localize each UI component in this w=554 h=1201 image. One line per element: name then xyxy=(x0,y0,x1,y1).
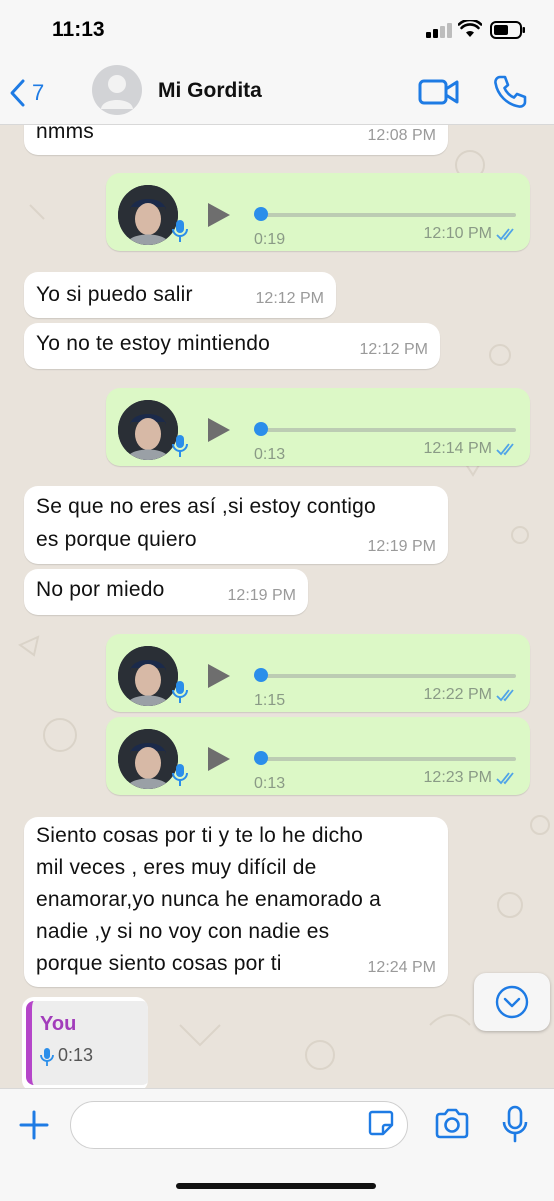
mic-icon xyxy=(172,764,188,786)
message-text-line: Siento cosas por ti y te lo he dicho xyxy=(36,824,364,847)
message-text-line: Se que no eres así ,si estoy contigo xyxy=(36,495,376,518)
incoming-message[interactable]: No por miedo 12:19 PM xyxy=(24,569,308,615)
phone-call-icon[interactable] xyxy=(492,74,528,110)
outgoing-voice-message[interactable]: 1:15 12:22 PM xyxy=(106,634,530,712)
sender-avatar xyxy=(118,729,178,789)
avatar-photo xyxy=(118,646,178,706)
status-time: 11:13 xyxy=(52,18,105,41)
quoted-duration: 0:13 xyxy=(58,1045,94,1065)
mic-icon xyxy=(40,1048,54,1066)
sender-avatar xyxy=(118,185,178,245)
message-text-line: mil veces , eres muy difícil de xyxy=(36,856,317,879)
voice-progress-knob[interactable] xyxy=(254,668,268,682)
avatar-photo xyxy=(118,185,178,245)
avatar-photo xyxy=(118,729,178,789)
read-ticks-icon xyxy=(496,443,514,456)
incoming-message[interactable]: Yo no te estoy mintiendo 12:12 PM xyxy=(24,323,440,369)
battery-icon xyxy=(490,21,525,39)
chevron-left-icon xyxy=(10,79,25,107)
sender-avatar xyxy=(118,400,178,460)
outgoing-voice-message[interactable]: 0:13 12:14 PM xyxy=(106,388,530,466)
voice-duration: 0:19 xyxy=(254,231,286,248)
chat-messages[interactable]: nmms 12:08 PM 0:19 12:10 PM Yo si puedo … xyxy=(0,125,554,1088)
message-text-line: nadie ,y si no voy con nadie es xyxy=(36,920,330,943)
read-ticks-icon xyxy=(496,689,514,702)
back-button[interactable]: 7 xyxy=(8,74,44,112)
message-time: 12:19 PM xyxy=(367,538,436,555)
incoming-message[interactable]: nmms 12:08 PM xyxy=(24,125,448,155)
incoming-message[interactable]: Siento cosas por ti y te lo he dicho mil… xyxy=(24,817,448,987)
message-text-line: porque siento cosas por ti xyxy=(36,952,282,975)
message-time: 12:12 PM xyxy=(255,290,324,307)
composer-bar xyxy=(0,1088,554,1201)
play-icon[interactable] xyxy=(206,201,232,229)
message-time: 12:23 PM xyxy=(423,769,492,786)
message-text: No por miedo xyxy=(36,578,165,601)
mic-icon xyxy=(172,435,188,457)
voice-duration: 0:13 xyxy=(254,775,286,792)
voice-progress-track[interactable] xyxy=(254,674,516,678)
play-icon[interactable] xyxy=(206,662,232,690)
mic-icon xyxy=(172,220,188,242)
quoted-reply-message[interactable]: You 0:13 xyxy=(22,997,148,1088)
message-time: 12:14 PM xyxy=(423,440,492,457)
play-icon[interactable] xyxy=(206,416,232,444)
person-icon xyxy=(101,75,133,109)
voice-progress-track[interactable] xyxy=(254,213,516,217)
plus-icon[interactable] xyxy=(18,1109,50,1141)
play-icon[interactable] xyxy=(206,745,232,773)
message-time: 12:10 PM xyxy=(423,225,492,242)
camera-icon[interactable] xyxy=(434,1107,470,1141)
voice-progress-knob[interactable] xyxy=(254,751,268,765)
status-bar: 11:13 xyxy=(0,0,554,60)
voice-progress-knob[interactable] xyxy=(254,422,268,436)
voice-record-icon[interactable] xyxy=(502,1105,528,1143)
scroll-to-bottom-button[interactable] xyxy=(474,973,550,1031)
voice-progress-track[interactable] xyxy=(254,757,516,761)
unread-count: 7 xyxy=(32,80,45,105)
incoming-message[interactable]: Se que no eres así ,si estoy contigo es … xyxy=(24,486,448,564)
avatar-photo xyxy=(118,400,178,460)
read-ticks-icon xyxy=(496,772,514,785)
wifi-icon xyxy=(458,20,482,37)
quoted-author: You xyxy=(40,1013,77,1035)
message-text-line: es porque quiero xyxy=(36,528,197,551)
sender-avatar xyxy=(118,646,178,706)
message-input[interactable] xyxy=(70,1101,408,1149)
chat-header: 7 Mi Gordita xyxy=(0,60,554,125)
message-text-line: enamorar,yo nunca he enamorado a xyxy=(36,888,381,911)
message-time: 12:22 PM xyxy=(423,686,492,703)
outgoing-voice-message[interactable]: 0:19 12:10 PM xyxy=(106,173,530,251)
home-indicator[interactable] xyxy=(176,1183,376,1189)
message-text: Yo no te estoy mintiendo xyxy=(36,332,271,355)
message-time: 12:19 PM xyxy=(227,587,296,604)
signal-icon xyxy=(426,23,452,38)
message-time: 12:08 PM xyxy=(367,127,436,144)
message-time: 12:12 PM xyxy=(359,341,428,358)
voice-progress-knob[interactable] xyxy=(254,207,268,221)
message-time: 12:24 PM xyxy=(367,959,436,976)
contact-name[interactable]: Mi Gordita xyxy=(158,79,262,103)
voice-duration: 0:13 xyxy=(254,446,286,463)
chevron-down-circle-icon xyxy=(495,985,529,1019)
mic-icon xyxy=(172,681,188,703)
message-text: Yo si puedo salir xyxy=(36,283,193,306)
incoming-message[interactable]: Yo si puedo salir 12:12 PM xyxy=(24,272,336,318)
voice-duration: 1:15 xyxy=(254,692,286,709)
sticker-icon[interactable] xyxy=(368,1110,394,1136)
contact-avatar[interactable] xyxy=(92,65,142,115)
video-call-icon[interactable] xyxy=(418,76,460,108)
outgoing-voice-message[interactable]: 0:13 12:23 PM xyxy=(106,717,530,795)
voice-progress-track[interactable] xyxy=(254,428,516,432)
read-ticks-icon xyxy=(496,228,514,241)
message-text: nmms xyxy=(36,125,94,143)
